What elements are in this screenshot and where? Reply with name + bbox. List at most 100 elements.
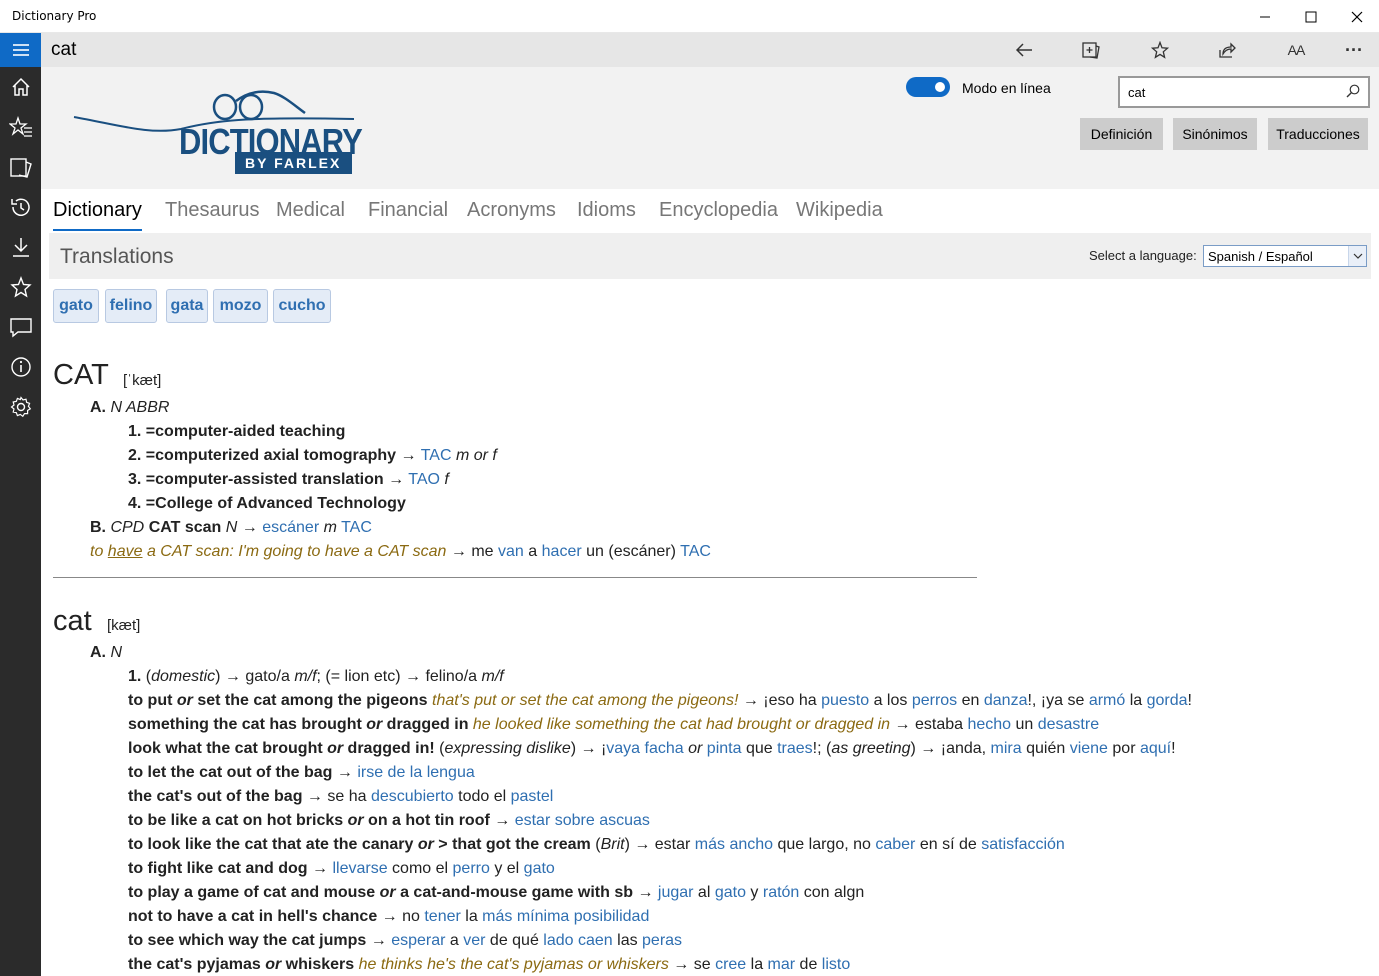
header-area: DICTIONARY BY FARLEX Modo en línea Defin… [41,67,1379,189]
top-search-bar: cat AA ··· [41,33,1379,67]
idiom-line: the cat's out of the bag → se ha descubi… [128,788,554,805]
search-box[interactable] [1118,76,1370,108]
minimize-button[interactable] [1242,0,1288,33]
chip-gato[interactable]: gato [53,289,99,323]
search-icon[interactable] [1346,84,1360,98]
idiom-line: the cat's pyjamas or whiskers he thinks … [128,956,851,973]
rail-settings[interactable] [0,387,41,427]
definition-button[interactable]: Definición [1080,118,1163,150]
idiom-line: to be like a cat on hot bricks or on a h… [128,812,650,829]
navigation-rail [0,33,41,976]
tab-idioms[interactable]: Idioms [577,199,636,222]
favorite-star-icon [1151,41,1169,59]
font-size-icon: AA [1287,42,1306,58]
entry-divider [53,577,977,578]
settings-icon [10,396,31,418]
chip-mozo[interactable]: mozo [213,289,268,323]
phonetic: [ˈkæt] [123,372,162,389]
chip-felino[interactable]: felino [105,289,157,323]
idiom-line: to fight like cat and dog → llevarse com… [128,860,555,877]
share-button[interactable] [1207,33,1247,67]
rail-feedback[interactable] [0,307,41,347]
rail-favorites[interactable] [0,267,41,307]
idiom-line: look what the cat brought or dragged in!… [128,740,1176,757]
chip-gata[interactable]: gata [166,289,208,323]
definition-line: 1. (domestic) → gato/a m/f; (= lion etc)… [128,668,504,685]
download-icon [12,238,29,257]
rail-history[interactable] [0,187,41,227]
search-input[interactable] [1128,83,1338,101]
window-title: Dictionary Pro [12,9,97,23]
chevron-down-icon [1348,246,1366,266]
close-icon [1351,11,1363,22]
source-tabs: Dictionary Thesaurus Medical Financial A… [41,189,1379,233]
logo-subtitle: BY FARLEX [245,155,342,171]
add-flashcard-icon [1082,42,1100,59]
headword-cat-abbr: CAT [53,359,109,391]
example-cat-scan: to have a CAT scan: I'm going to have a … [90,543,711,560]
home-icon [11,77,30,96]
back-button[interactable] [1004,33,1044,67]
flashcards-icon [9,158,32,178]
more-button[interactable]: ··· [1334,33,1374,67]
menu-icon [12,44,29,56]
sense-3: 3. =computer-assisted translation → TAO … [128,471,449,488]
close-button[interactable] [1334,0,1379,33]
favorite-button[interactable] [1140,33,1180,67]
back-arrow-icon [1015,43,1032,57]
tab-encyclopedia[interactable]: Encyclopedia [659,199,778,222]
sense-a: A. N ABBR [90,399,170,416]
current-query: cat [51,39,77,60]
language-select[interactable]: Spanish / Español [1203,245,1367,267]
phonetic: [kæt] [107,617,141,634]
idiom-line: something the cat has brought or dragged… [128,716,1100,733]
language-selected-value: Spanish / Español [1208,249,1313,264]
idiom-line: to see which way the cat jumps → esperar… [128,932,683,949]
farlex-dictionary-logo: DICTIONARY BY FARLEX [69,77,369,182]
rail-info[interactable] [0,347,41,387]
online-mode-label: Modo en línea [962,80,1051,96]
favorites-list-icon [8,116,32,137]
star-icon [9,276,32,298]
more-icon: ··· [1345,39,1363,60]
headword-cat: cat [53,605,92,637]
maximize-button[interactable] [1288,0,1334,33]
info-icon [10,357,31,377]
sense-1: 1. =computer-aided teaching [128,423,346,440]
translations-title: Translations [60,245,174,268]
feedback-icon [9,318,32,338]
tab-financial[interactable]: Financial [368,199,448,222]
tab-medical[interactable]: Medical [276,199,345,222]
synonyms-button[interactable]: Sinónimos [1173,118,1257,150]
tab-acronyms[interactable]: Acronyms [467,199,556,222]
language-label: Select a language: [1089,248,1197,263]
tab-dictionary[interactable]: Dictionary [53,199,142,231]
maximize-icon [1305,11,1317,22]
rail-download[interactable] [0,227,41,267]
sense-b: B. CPD CAT scan N → escáner m TAC [90,519,372,536]
font-size-button[interactable]: AA [1276,33,1316,67]
sense-2: 2. =computerized axial tomography → TAC … [128,447,497,464]
menu-button[interactable] [0,33,41,67]
idiom-line: to look like the cat that ate the canary… [128,836,1065,853]
window-titlebar: Dictionary Pro [0,0,1379,33]
idiom-line: to put or set the cat among the pigeons … [128,692,1192,709]
rail-home[interactable] [0,67,41,107]
rail-favorites-list[interactable] [0,107,41,147]
tab-wikipedia[interactable]: Wikipedia [796,199,883,222]
translations-button[interactable]: Traducciones [1268,118,1368,150]
minimize-icon [1260,16,1270,17]
share-icon [1219,42,1236,58]
rail-flashcards[interactable] [0,147,41,187]
chip-cucho[interactable]: cucho [273,289,331,323]
sense-4: 4. =College of Advanced Technology [128,495,406,512]
idiom-line: not to have a cat in hell's chance → no … [128,908,650,925]
translations-section-header: Translations Select a language: Spanish … [49,233,1371,279]
sense-a: A. N [90,644,123,661]
history-icon [10,198,30,216]
online-mode-toggle[interactable] [906,77,950,97]
add-flashcard-button[interactable] [1071,33,1111,67]
idiom-line: to let the cat out of the bag → irse de … [128,764,475,781]
idiom-line: to play a game of cat and mouse or a cat… [128,884,865,901]
tab-thesaurus[interactable]: Thesaurus [165,199,260,222]
